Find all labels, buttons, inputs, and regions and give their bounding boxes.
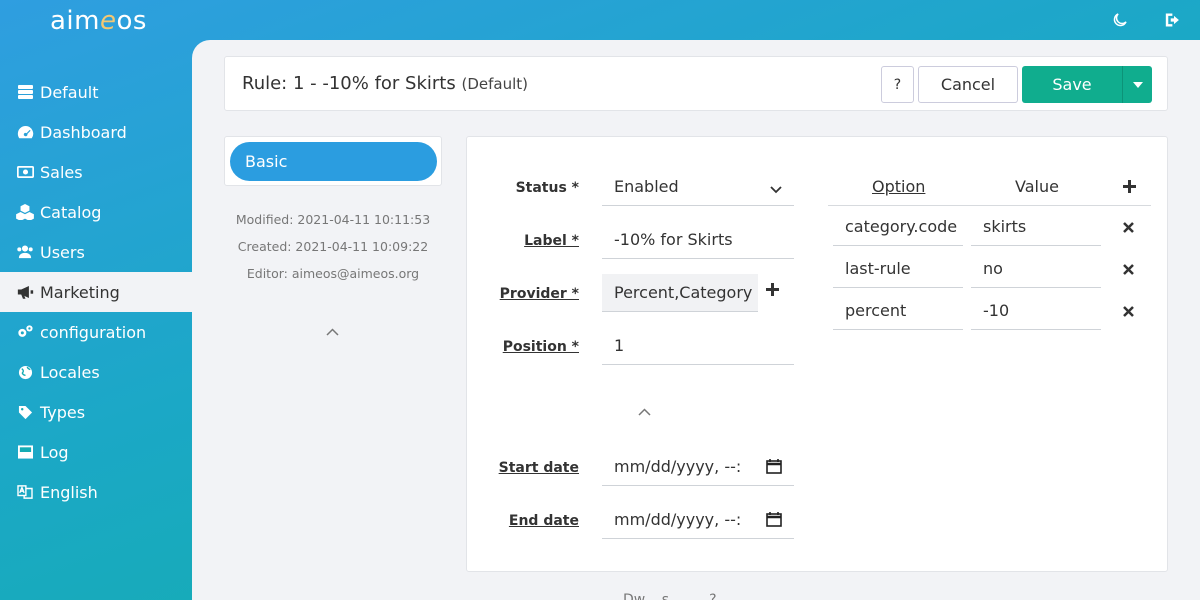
sidebar-item-catalog[interactable]: Catalog [0,192,192,232]
sidebar-item-configuration[interactable]: configuration [0,312,192,352]
chevron-down-icon [770,179,782,198]
editor-info: Editor: aimeos@aimeos.org [246,266,420,281]
tag-icon [16,403,34,421]
end-date-input[interactable]: mm/dd/yyyy, --: [602,501,794,539]
bullhorn-icon [16,283,34,301]
page-title: Rule: 1 - -10% for Skirts (Default) [242,73,528,94]
logout-icon[interactable] [1162,8,1186,32]
page-header: Rule: 1 - -10% for Skirts (Default) ? Ca… [224,56,1168,111]
moon-icon[interactable] [1108,8,1132,32]
help-button[interactable]: ? [881,66,914,103]
top-bar: aimeos [0,0,1200,40]
basic-form: Status * Enabled Label * -10% for Skirts… [466,136,1168,572]
plus-icon [1123,180,1136,193]
money-icon [16,163,34,181]
add-config-button[interactable] [1123,177,1136,198]
sidebar-item-types[interactable]: Types [0,392,192,432]
footer-question: Dw... s ... ... ? [623,592,717,600]
sidebar-item-default[interactable]: Default [0,72,192,112]
end-date-label: End date [508,513,579,529]
sidebar-item-english[interactable]: English [0,472,192,512]
server-icon [16,83,34,101]
option-column-header[interactable]: Option [872,177,925,196]
save-button[interactable]: Save [1022,66,1122,103]
sidebar-item-users[interactable]: Users [0,232,192,272]
config-option-input[interactable]: last-rule [833,250,963,288]
close-icon [1123,222,1134,233]
position-input[interactable]: 1 [602,327,794,365]
inbox-icon [16,443,34,461]
config-option-input[interactable]: percent [833,292,963,330]
calendar-icon[interactable] [766,511,782,531]
globe-icon [16,363,34,381]
language-icon [16,483,34,501]
gauge-icon [16,123,34,141]
sidebar-item-dashboard[interactable]: Dashboard [0,112,192,152]
config-value-input[interactable]: -10 [971,292,1101,330]
save-dropdown-button[interactable] [1122,66,1152,103]
remove-config-button[interactable] [1123,219,1134,237]
position-label: Position * [502,339,579,355]
chevron-up-icon[interactable] [326,324,339,340]
remove-config-button[interactable] [1123,261,1134,279]
sidebar-item-marketing[interactable]: Marketing [0,272,192,312]
close-icon [1123,306,1134,317]
label-label: Label * [524,233,579,249]
status-select[interactable]: Enabled [602,168,794,206]
calendar-icon[interactable] [766,458,782,478]
config-value-input[interactable]: skirts [971,208,1101,246]
modified-info: Modified: 2021-04-11 10:11:53 [235,212,431,227]
close-icon [1123,264,1134,275]
provider-label: Provider * [499,286,579,302]
label-input[interactable]: -10% for Skirts [602,221,794,259]
tab-list: Basic [224,136,442,186]
sidebar-item-sales[interactable]: Sales [0,152,192,192]
created-info: Created: 2021-04-11 10:09:22 [237,239,429,254]
status-label: Status * [515,180,579,196]
caret-down-icon [1132,81,1143,88]
tab-basic[interactable]: Basic [230,142,437,181]
table-header-divider [828,205,1151,206]
config-value-input[interactable]: no [971,250,1101,288]
value-column-header: Value [1015,177,1059,196]
cubes-icon [16,203,34,221]
sidebar-item-locales[interactable]: Locales [0,352,192,392]
provider-input[interactable]: Percent,Category [602,274,758,312]
sidebar-nav: Default Dashboard Sales Catalog Users Ma… [0,72,192,512]
site-label: (Default) [461,75,528,93]
sidebar-item-log[interactable]: Log [0,432,192,472]
start-date-input[interactable]: mm/dd/yyyy, --: [602,448,794,486]
add-decorator-button[interactable] [766,280,779,301]
start-date-label: Start date [498,460,579,476]
gears-icon [16,323,34,341]
users-icon [16,243,34,261]
chevron-up-icon[interactable] [638,404,651,420]
aimeos-logo[interactable]: aimeos [50,6,147,36]
remove-config-button[interactable] [1123,303,1134,321]
plus-icon [766,283,779,296]
config-option-input[interactable]: category.code [833,208,963,246]
cancel-button[interactable]: Cancel [918,66,1018,103]
